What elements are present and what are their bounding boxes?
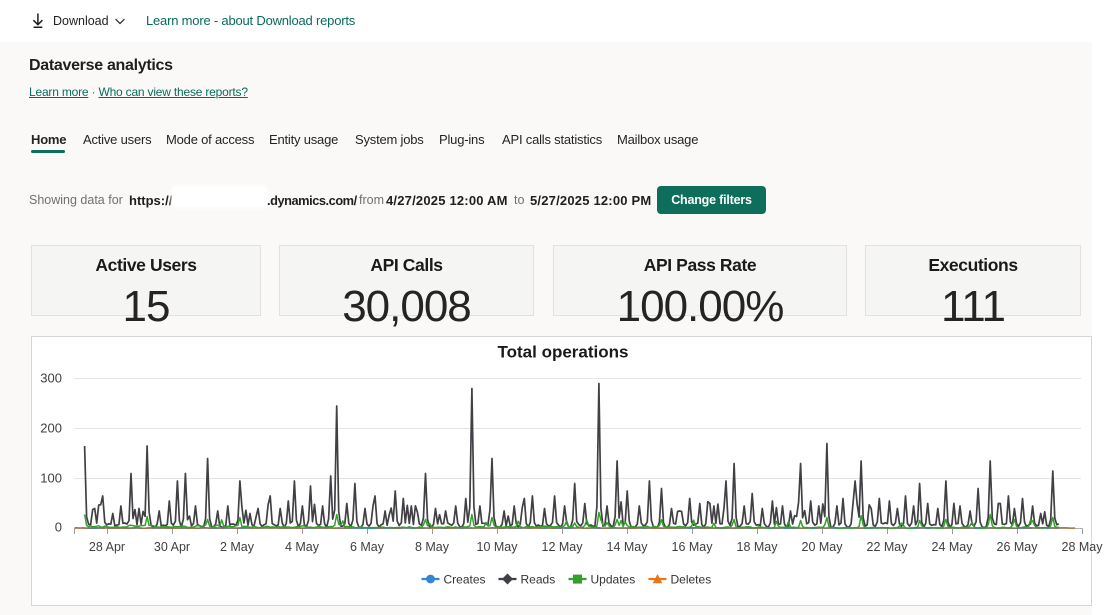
svg-text:12 May: 12 May [542,540,584,554]
svg-text:22 May: 22 May [867,540,909,554]
svg-text:28 Apr: 28 Apr [89,540,125,554]
svg-text:300: 300 [40,371,62,386]
svg-text:200: 200 [40,421,62,436]
svg-text:16 May: 16 May [672,540,714,554]
svg-text:18 May: 18 May [737,540,779,554]
svg-text:24 May: 24 May [932,540,974,554]
svg-text:4 May: 4 May [285,540,320,554]
svg-text:2 May: 2 May [220,540,255,554]
svg-text:20 May: 20 May [802,540,844,554]
svg-text:10 May: 10 May [477,540,519,554]
svg-text:6 May: 6 May [350,540,385,554]
svg-text:0: 0 [55,520,62,535]
svg-text:Creates: Creates [444,573,486,587]
svg-text:Total operations: Total operations [498,343,629,362]
svg-text:Reads: Reads [521,573,556,587]
svg-text:Updates: Updates [591,573,636,587]
svg-text:28 May: 28 May [1062,540,1104,554]
svg-text:8 May: 8 May [415,540,450,554]
svg-text:14 May: 14 May [607,540,649,554]
svg-text:26 May: 26 May [997,540,1039,554]
svg-text:30 Apr: 30 Apr [154,540,190,554]
svg-text:100: 100 [40,471,62,486]
svg-text:Deletes: Deletes [671,573,712,587]
